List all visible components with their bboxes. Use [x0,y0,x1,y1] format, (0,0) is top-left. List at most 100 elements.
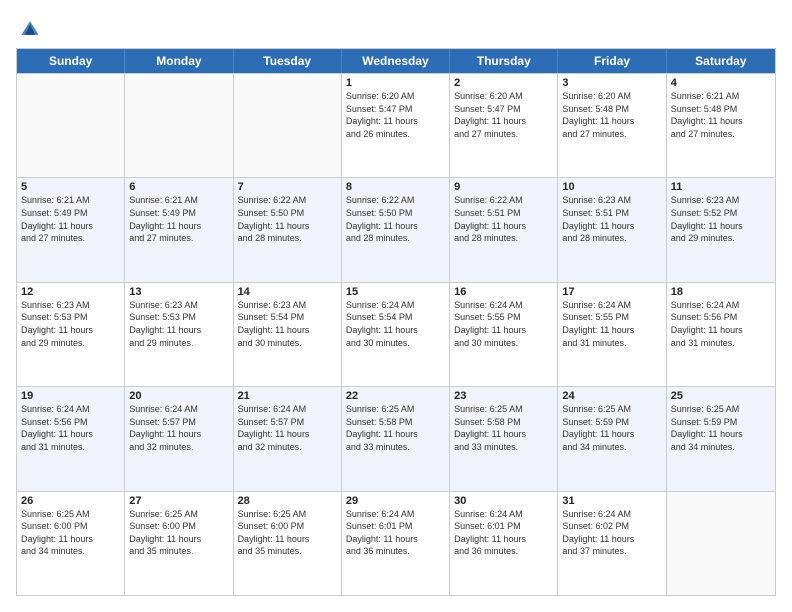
day-cell: 30Sunrise: 6:24 AM Sunset: 6:01 PM Dayli… [450,492,558,595]
day-number: 4 [671,77,771,89]
day-header-saturday: Saturday [667,49,775,73]
logo-icon [18,16,42,40]
day-cell [125,74,233,177]
day-number: 14 [238,286,337,298]
day-headers: SundayMondayTuesdayWednesdayThursdayFrid… [17,49,775,73]
day-info: Sunrise: 6:22 AM Sunset: 5:50 PM Dayligh… [238,194,337,244]
day-cell: 17Sunrise: 6:24 AM Sunset: 5:55 PM Dayli… [558,283,666,386]
day-header-tuesday: Tuesday [234,49,342,73]
day-cell: 25Sunrise: 6:25 AM Sunset: 5:59 PM Dayli… [667,387,775,490]
day-info: Sunrise: 6:22 AM Sunset: 5:50 PM Dayligh… [346,194,445,244]
day-number: 12 [21,286,120,298]
day-cell: 2Sunrise: 6:20 AM Sunset: 5:47 PM Daylig… [450,74,558,177]
day-number: 1 [346,77,445,89]
day-info: Sunrise: 6:25 AM Sunset: 6:00 PM Dayligh… [21,508,120,558]
day-header-friday: Friday [558,49,666,73]
day-info: Sunrise: 6:25 AM Sunset: 6:00 PM Dayligh… [129,508,228,558]
day-info: Sunrise: 6:25 AM Sunset: 5:59 PM Dayligh… [671,403,771,453]
day-cell [667,492,775,595]
day-cell: 27Sunrise: 6:25 AM Sunset: 6:00 PM Dayli… [125,492,233,595]
calendar-body: 1Sunrise: 6:20 AM Sunset: 5:47 PM Daylig… [17,73,775,595]
day-info: Sunrise: 6:24 AM Sunset: 5:56 PM Dayligh… [671,299,771,349]
day-info: Sunrise: 6:24 AM Sunset: 5:54 PM Dayligh… [346,299,445,349]
day-info: Sunrise: 6:24 AM Sunset: 5:57 PM Dayligh… [129,403,228,453]
day-number: 18 [671,286,771,298]
day-number: 6 [129,181,228,193]
day-number: 13 [129,286,228,298]
day-number: 16 [454,286,553,298]
day-cell: 6Sunrise: 6:21 AM Sunset: 5:49 PM Daylig… [125,178,233,281]
header [16,16,776,40]
day-number: 22 [346,390,445,402]
day-number: 8 [346,181,445,193]
day-info: Sunrise: 6:23 AM Sunset: 5:51 PM Dayligh… [562,194,661,244]
day-number: 20 [129,390,228,402]
day-cell: 7Sunrise: 6:22 AM Sunset: 5:50 PM Daylig… [234,178,342,281]
day-cell: 20Sunrise: 6:24 AM Sunset: 5:57 PM Dayli… [125,387,233,490]
day-info: Sunrise: 6:23 AM Sunset: 5:52 PM Dayligh… [671,194,771,244]
day-number: 27 [129,495,228,507]
day-info: Sunrise: 6:25 AM Sunset: 6:00 PM Dayligh… [238,508,337,558]
day-info: Sunrise: 6:24 AM Sunset: 5:55 PM Dayligh… [454,299,553,349]
day-cell: 22Sunrise: 6:25 AM Sunset: 5:58 PM Dayli… [342,387,450,490]
week-row-2: 12Sunrise: 6:23 AM Sunset: 5:53 PM Dayli… [17,282,775,386]
day-number: 31 [562,495,661,507]
day-cell: 24Sunrise: 6:25 AM Sunset: 5:59 PM Dayli… [558,387,666,490]
day-number: 19 [21,390,120,402]
day-info: Sunrise: 6:24 AM Sunset: 6:01 PM Dayligh… [454,508,553,558]
day-cell: 19Sunrise: 6:24 AM Sunset: 5:56 PM Dayli… [17,387,125,490]
day-cell: 18Sunrise: 6:24 AM Sunset: 5:56 PM Dayli… [667,283,775,386]
day-number: 26 [21,495,120,507]
day-cell: 14Sunrise: 6:23 AM Sunset: 5:54 PM Dayli… [234,283,342,386]
day-info: Sunrise: 6:20 AM Sunset: 5:48 PM Dayligh… [562,90,661,140]
day-info: Sunrise: 6:24 AM Sunset: 5:57 PM Dayligh… [238,403,337,453]
day-number: 9 [454,181,553,193]
day-cell: 28Sunrise: 6:25 AM Sunset: 6:00 PM Dayli… [234,492,342,595]
week-row-4: 26Sunrise: 6:25 AM Sunset: 6:00 PM Dayli… [17,491,775,595]
day-cell: 15Sunrise: 6:24 AM Sunset: 5:54 PM Dayli… [342,283,450,386]
day-info: Sunrise: 6:22 AM Sunset: 5:51 PM Dayligh… [454,194,553,244]
day-info: Sunrise: 6:21 AM Sunset: 5:49 PM Dayligh… [129,194,228,244]
day-number: 10 [562,181,661,193]
day-cell: 16Sunrise: 6:24 AM Sunset: 5:55 PM Dayli… [450,283,558,386]
day-cell: 1Sunrise: 6:20 AM Sunset: 5:47 PM Daylig… [342,74,450,177]
day-cell: 29Sunrise: 6:24 AM Sunset: 6:01 PM Dayli… [342,492,450,595]
day-info: Sunrise: 6:21 AM Sunset: 5:48 PM Dayligh… [671,90,771,140]
day-info: Sunrise: 6:24 AM Sunset: 5:56 PM Dayligh… [21,403,120,453]
day-info: Sunrise: 6:21 AM Sunset: 5:49 PM Dayligh… [21,194,120,244]
day-number: 17 [562,286,661,298]
day-cell: 13Sunrise: 6:23 AM Sunset: 5:53 PM Dayli… [125,283,233,386]
day-info: Sunrise: 6:23 AM Sunset: 5:53 PM Dayligh… [129,299,228,349]
day-cell: 11Sunrise: 6:23 AM Sunset: 5:52 PM Dayli… [667,178,775,281]
logo [16,16,42,40]
day-info: Sunrise: 6:20 AM Sunset: 5:47 PM Dayligh… [346,90,445,140]
day-cell: 9Sunrise: 6:22 AM Sunset: 5:51 PM Daylig… [450,178,558,281]
day-info: Sunrise: 6:23 AM Sunset: 5:53 PM Dayligh… [21,299,120,349]
week-row-3: 19Sunrise: 6:24 AM Sunset: 5:56 PM Dayli… [17,386,775,490]
day-info: Sunrise: 6:25 AM Sunset: 5:59 PM Dayligh… [562,403,661,453]
day-cell: 4Sunrise: 6:21 AM Sunset: 5:48 PM Daylig… [667,74,775,177]
day-number: 24 [562,390,661,402]
day-info: Sunrise: 6:23 AM Sunset: 5:54 PM Dayligh… [238,299,337,349]
day-info: Sunrise: 6:24 AM Sunset: 5:55 PM Dayligh… [562,299,661,349]
day-cell: 3Sunrise: 6:20 AM Sunset: 5:48 PM Daylig… [558,74,666,177]
day-number: 25 [671,390,771,402]
day-info: Sunrise: 6:24 AM Sunset: 6:01 PM Dayligh… [346,508,445,558]
day-number: 23 [454,390,553,402]
day-cell: 23Sunrise: 6:25 AM Sunset: 5:58 PM Dayli… [450,387,558,490]
day-cell: 31Sunrise: 6:24 AM Sunset: 6:02 PM Dayli… [558,492,666,595]
day-info: Sunrise: 6:20 AM Sunset: 5:47 PM Dayligh… [454,90,553,140]
day-cell: 21Sunrise: 6:24 AM Sunset: 5:57 PM Dayli… [234,387,342,490]
day-info: Sunrise: 6:25 AM Sunset: 5:58 PM Dayligh… [454,403,553,453]
day-header-thursday: Thursday [450,49,558,73]
day-cell: 8Sunrise: 6:22 AM Sunset: 5:50 PM Daylig… [342,178,450,281]
day-number: 30 [454,495,553,507]
week-row-0: 1Sunrise: 6:20 AM Sunset: 5:47 PM Daylig… [17,73,775,177]
week-row-1: 5Sunrise: 6:21 AM Sunset: 5:49 PM Daylig… [17,177,775,281]
day-cell [17,74,125,177]
day-cell [234,74,342,177]
day-number: 29 [346,495,445,507]
day-header-monday: Monday [125,49,233,73]
day-header-wednesday: Wednesday [342,49,450,73]
day-number: 5 [21,181,120,193]
